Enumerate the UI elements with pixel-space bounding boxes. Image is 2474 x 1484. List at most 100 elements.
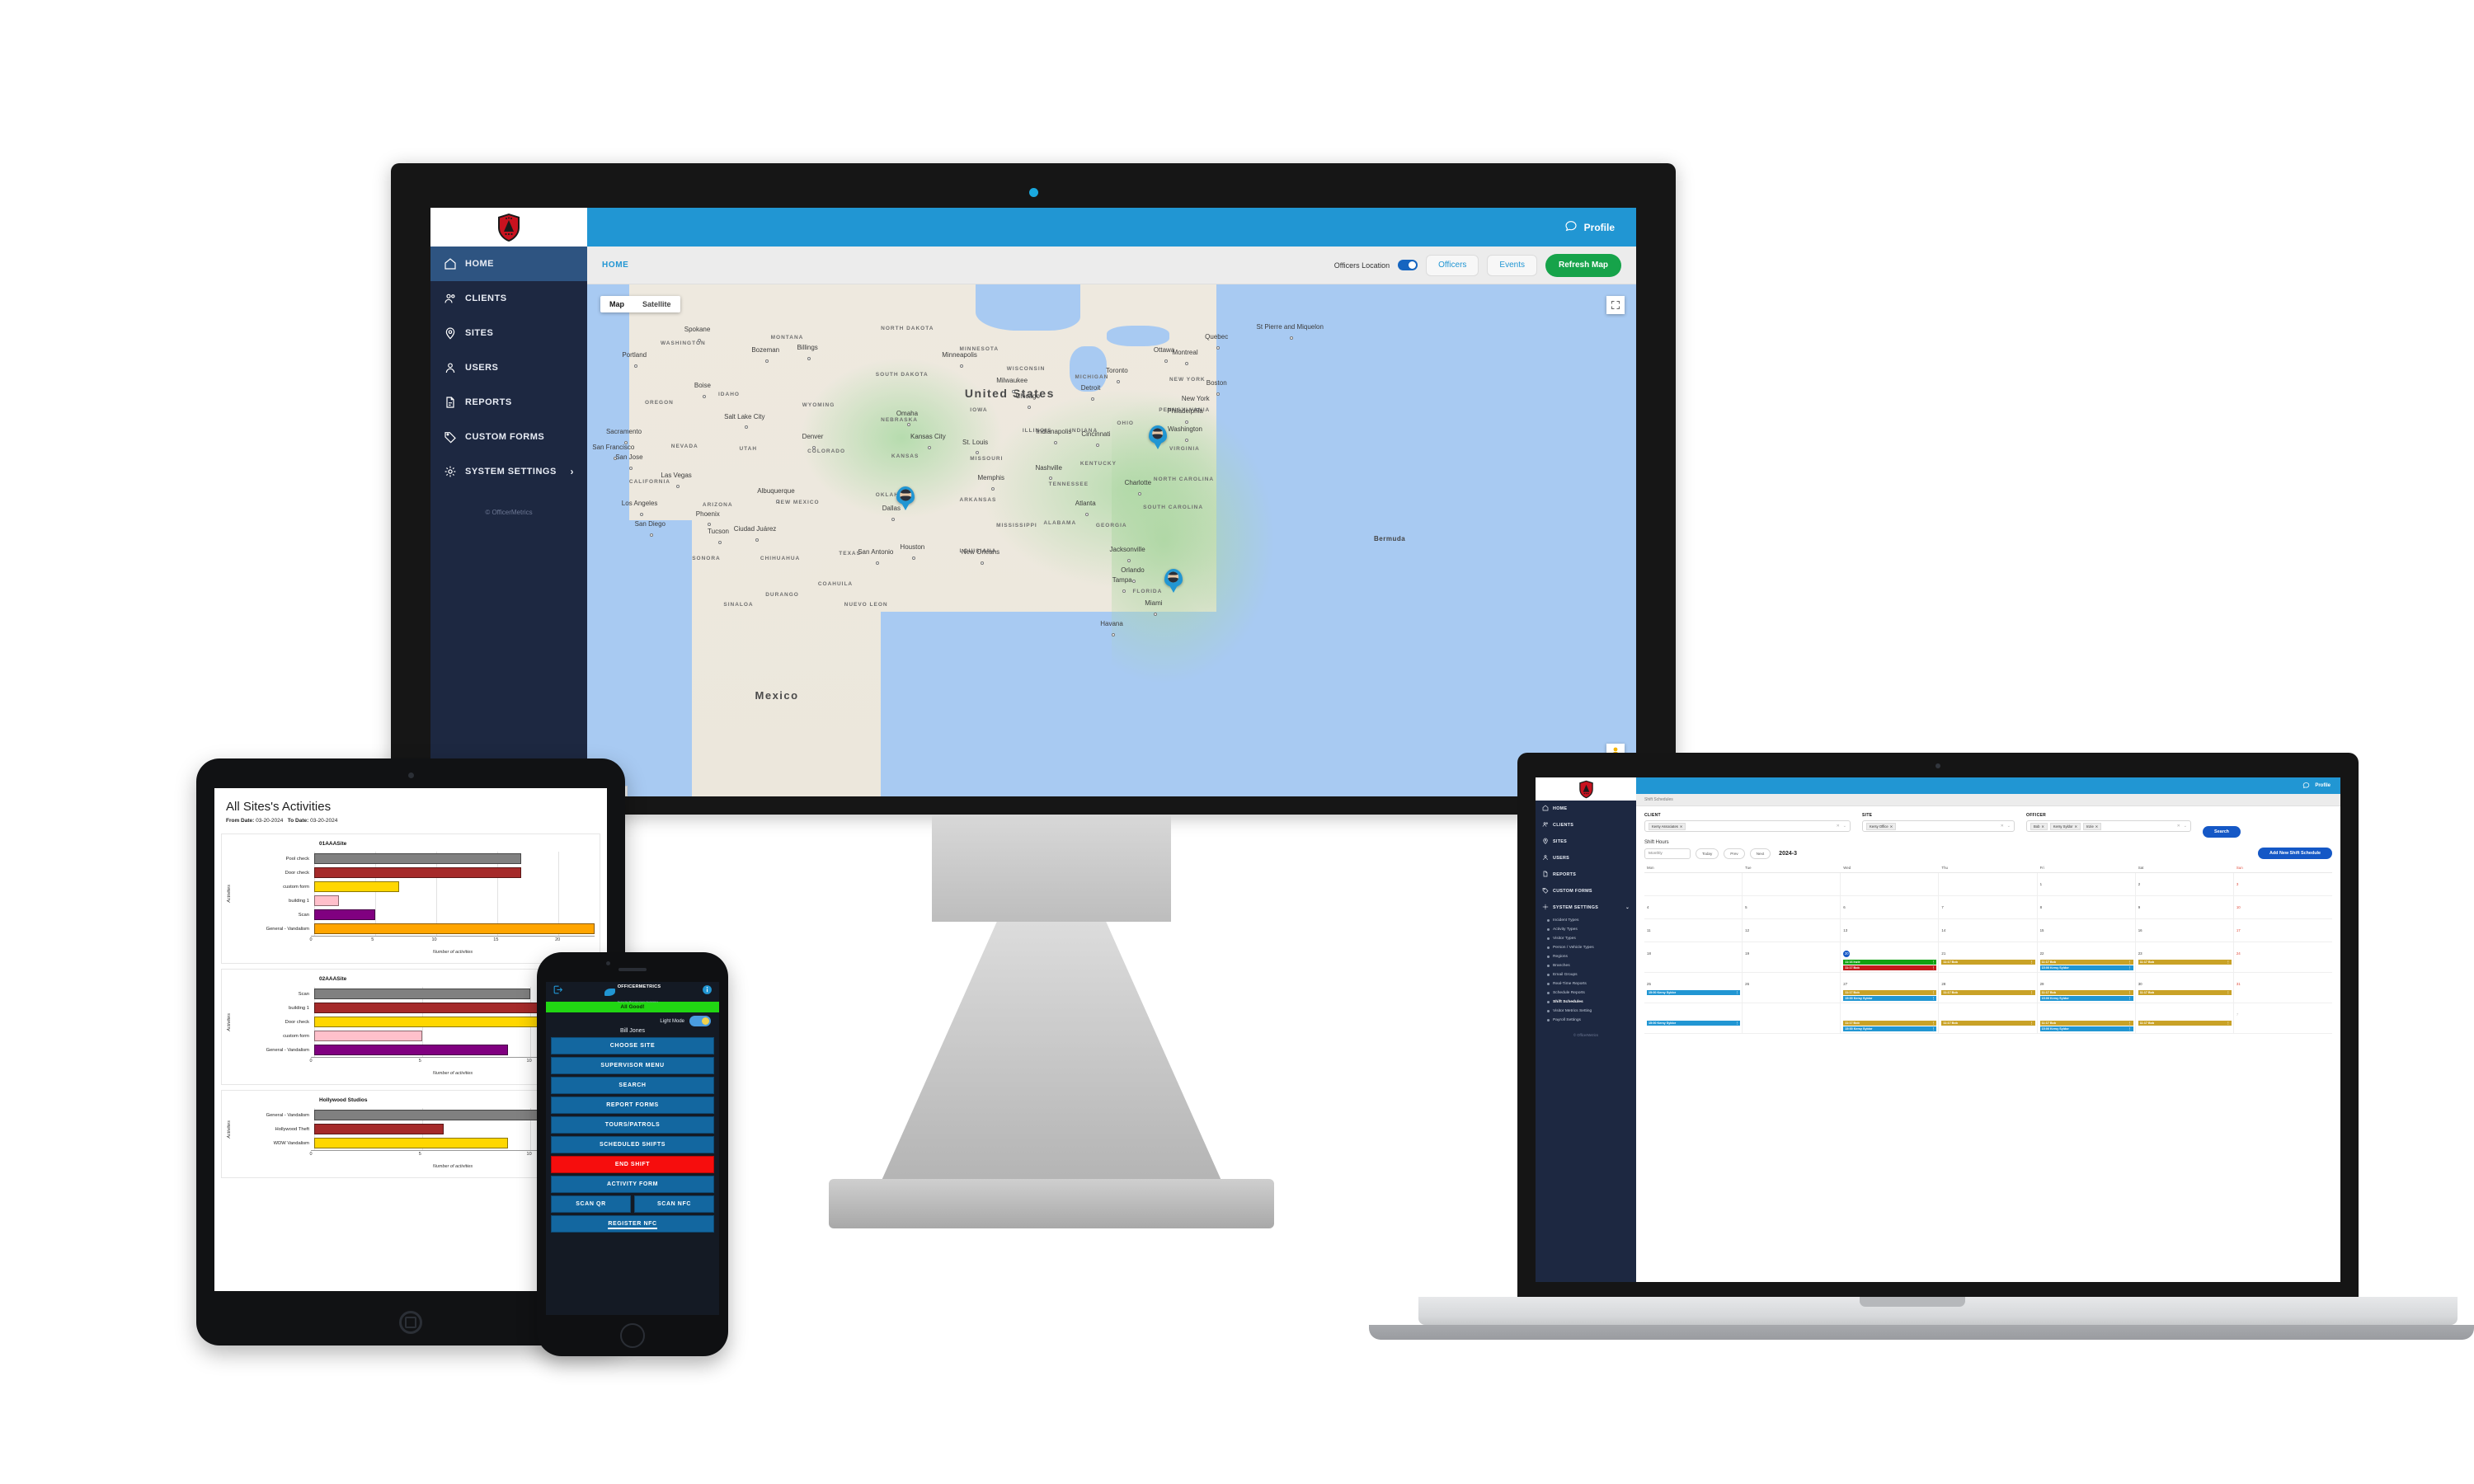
calendar-day-cell[interactable]: 25 15:00 Kersy Syldor ⋮ (1644, 973, 1743, 1003)
calendar-day-cell[interactable]: 20 11:16 Inzie ⋮ 11:17 Bob ⋮ (1841, 942, 1940, 973)
calendar-day-cell[interactable] (1743, 873, 1841, 896)
calendar-day-cell[interactable]: 1 (2037, 873, 2136, 896)
event-menu-icon[interactable]: ⋮ (2227, 991, 2230, 994)
calendar-day-cell[interactable]: 21 11:17 Bob ⋮ (1939, 942, 2038, 973)
calendar-shift-event[interactable]: 11:17 Bob ⋮ (2138, 990, 2232, 995)
event-menu-icon[interactable]: ⋮ (2128, 966, 2132, 970)
fullscreen-icon[interactable] (1606, 296, 1625, 314)
laptop-subnav-item-schedule-reports[interactable]: Schedule Reports (1536, 989, 1636, 998)
laptop-breadcrumb[interactable]: Shift Schedules (1636, 794, 2340, 806)
calendar-day-cell[interactable]: 31 (2233, 973, 2332, 1003)
calendar-shift-event[interactable]: 15:00 Kersy Syldor ⋮ (2039, 996, 2133, 1001)
laptop-subnav-item-regions[interactable]: Regions (1536, 952, 1636, 961)
clear-icon[interactable]: ✕ (2001, 824, 2004, 829)
phone-button-scheduled-shifts[interactable]: SCHEDULED SHIFTS (551, 1136, 714, 1153)
calendar-day-cell[interactable]: 11:17 Bob ⋮ (1939, 1003, 2038, 1034)
calendar-shift-event[interactable]: 11:17 Bob ⋮ (2039, 990, 2133, 995)
event-menu-icon[interactable]: ⋮ (1932, 960, 1935, 964)
sidebar-item-reports[interactable]: REPORTS (430, 385, 587, 420)
calendar-day-cell[interactable]: 19 (1743, 942, 1841, 973)
today-button[interactable]: Today (1696, 848, 1719, 859)
laptop-app-logo[interactable] (1536, 777, 1636, 801)
map-type-map[interactable]: Map (600, 296, 633, 312)
laptop-subnav-item-person-vehicle-types[interactable]: Person / Vehicle Types (1536, 943, 1636, 952)
scan-qr-button[interactable]: SCAN QR (551, 1195, 631, 1213)
calendar-shift-event[interactable]: 11:17 Bob ⋮ (2039, 960, 2133, 965)
laptop-subnav-item-visitor-metrics-setting[interactable]: Visitor Metrics Setting (1536, 1007, 1636, 1016)
calendar-day-cell[interactable]: 15 (2037, 919, 2136, 942)
laptop-sidebar-item-sites[interactable]: SITES (1536, 834, 1636, 850)
calendar-day-cell[interactable]: 11:17 Bob ⋮ 15:00 Kersy Syldor ⋮ (1841, 1003, 1940, 1034)
event-menu-icon[interactable]: ⋮ (2227, 1021, 2230, 1025)
calendar-day-cell[interactable]: 13 (1841, 919, 1940, 942)
calendar-shift-event[interactable]: 11:17 Bob ⋮ (2039, 1021, 2133, 1026)
calendar-day-cell[interactable]: 14 (1939, 919, 2038, 942)
laptop-sidebar-item-home[interactable]: HOME (1536, 801, 1636, 817)
sidebar-item-system-settings[interactable]: SYSTEM SETTINGS › (430, 454, 587, 489)
calendar-shift-event[interactable]: 11:17 Bob ⋮ (1843, 965, 1937, 970)
client-select[interactable]: Kersy Associates ✕ ✕ ⌄ (1644, 820, 1851, 832)
calendar-shift-event[interactable]: 15:00 Kersy Syldor ⋮ (1843, 1026, 1937, 1031)
calendar-shift-event[interactable]: 11:17 Bob ⋮ (1843, 990, 1937, 995)
calendar-day-cell[interactable]: 7 (2233, 1003, 2332, 1034)
calendar-day-cell[interactable]: 8 (2037, 896, 2136, 919)
calendar-grid[interactable]: 1 2 3 4 5 6 7 8 9 10 11 12 13 14 15 16 17 18 19 20 11:16 Inz… (1644, 872, 2332, 1034)
event-menu-icon[interactable]: ⋮ (2030, 991, 2034, 994)
officers-location-toggle[interactable] (1398, 260, 1418, 270)
laptop-subnav-item-real-time-reports[interactable]: Real-Time Reports (1536, 979, 1636, 989)
event-menu-icon[interactable]: ⋮ (2227, 960, 2230, 964)
calendar-shift-event[interactable]: 11:17 Bob ⋮ (2138, 960, 2232, 965)
sidebar-item-home[interactable]: HOME (430, 247, 587, 281)
phone-button-supervisor-menu[interactable]: SUPERVISOR MENU (551, 1057, 714, 1074)
chip-remove-icon[interactable]: ✕ (1680, 824, 1682, 829)
clear-icon[interactable]: ✕ (2177, 824, 2180, 829)
calendar-day-cell[interactable]: 28 11:17 Bob ⋮ (1939, 973, 2038, 1003)
officers-map[interactable]: Map Satellite Keyboard sh United States … (587, 284, 1636, 796)
calendar-day-cell[interactable]: 17 (2233, 919, 2332, 942)
laptop-sidebar-item-users[interactable]: USERS (1536, 850, 1636, 866)
event-menu-icon[interactable]: ⋮ (1932, 1021, 1935, 1025)
calendar-day-cell[interactable]: 9 (2135, 896, 2234, 919)
laptop-subnav-item-payroll-settings[interactable]: Payroll Settings (1536, 1016, 1636, 1025)
chevron-down-icon[interactable]: ⌄ (1843, 824, 1846, 829)
chevron-down-icon[interactable]: ⌄ (2184, 824, 2187, 829)
phone-home-button[interactable] (620, 1323, 645, 1348)
refresh-map-button[interactable]: Refresh Map (1545, 253, 1621, 277)
phone-button-report-forms[interactable]: REPORT FORMS (551, 1097, 714, 1114)
laptop-subnav-item-shift-schedules[interactable]: Shift Schedules (1536, 998, 1636, 1007)
laptop-subnav-item-branches[interactable]: Branches (1536, 961, 1636, 970)
phone-button-activity-form[interactable]: ACTIVITY FORM (551, 1176, 714, 1193)
phone-button-tours-patrols[interactable]: TOURS/PATROLS (551, 1116, 714, 1134)
calendar-day-cell[interactable]: 16 (2135, 919, 2234, 942)
site-chip[interactable]: Kersy Office ✕ (1866, 822, 1897, 830)
chip-remove-icon[interactable]: ✕ (2075, 824, 2077, 829)
chevron-down-icon[interactable]: ⌄ (1625, 905, 1630, 910)
calendar-day-cell[interactable]: 2 (2135, 873, 2234, 896)
search-button[interactable]: Search (2203, 826, 2241, 838)
calendar-day-cell[interactable]: 4 (1644, 896, 1743, 919)
sidebar-item-clients[interactable]: CLIENTS (430, 281, 587, 316)
client-chip[interactable]: Kersy Associates ✕ (1649, 822, 1686, 830)
calendar-day-cell[interactable]: 10 (2233, 896, 2332, 919)
calendar-shift-event[interactable]: 15:00 Kersy Syldor ⋮ (2039, 965, 2133, 970)
calendar-shift-event[interactable]: 11:17 Bob ⋮ (1843, 1021, 1937, 1026)
events-button[interactable]: Events (1487, 254, 1537, 276)
event-menu-icon[interactable]: ⋮ (2128, 1021, 2132, 1025)
calendar-day-cell[interactable]: 15:00 Kersy Syldor ⋮ (1644, 1003, 1743, 1034)
laptop-subnav-item-email-groups[interactable]: Email Groups (1536, 970, 1636, 979)
map-type-satellite[interactable]: Satellite (633, 296, 680, 312)
event-menu-icon[interactable]: ⋮ (1735, 1021, 1738, 1025)
laptop-sidebar-item-clients[interactable]: CLIENTS (1536, 817, 1636, 834)
event-menu-icon[interactable]: ⋮ (2030, 960, 2034, 964)
calendar-day-cell[interactable]: 12 (1743, 919, 1841, 942)
sidebar-item-custom-forms[interactable]: CUSTOM FORMS (430, 420, 587, 454)
event-menu-icon[interactable]: ⋮ (2128, 991, 2132, 994)
officer-chip[interactable]: Kersy Syldor ✕ (2049, 822, 2081, 830)
calendar-shift-event[interactable]: 15:00 Kersy Syldor ⋮ (1647, 1021, 1741, 1026)
calendar-day-cell[interactable]: 11 (1644, 919, 1743, 942)
app-logo[interactable] (430, 208, 587, 247)
laptop-subnav-item-incident-types[interactable]: Incident Types (1536, 916, 1636, 925)
calendar-shift-event[interactable]: 15:00 Kersy Syldor ⋮ (2039, 1026, 2133, 1031)
phone-button-end-shift[interactable]: END SHIFT (551, 1156, 714, 1173)
calendar-day-cell[interactable]: 22 11:17 Bob ⋮ 15:00 Kersy Syldor ⋮ (2037, 942, 2136, 973)
